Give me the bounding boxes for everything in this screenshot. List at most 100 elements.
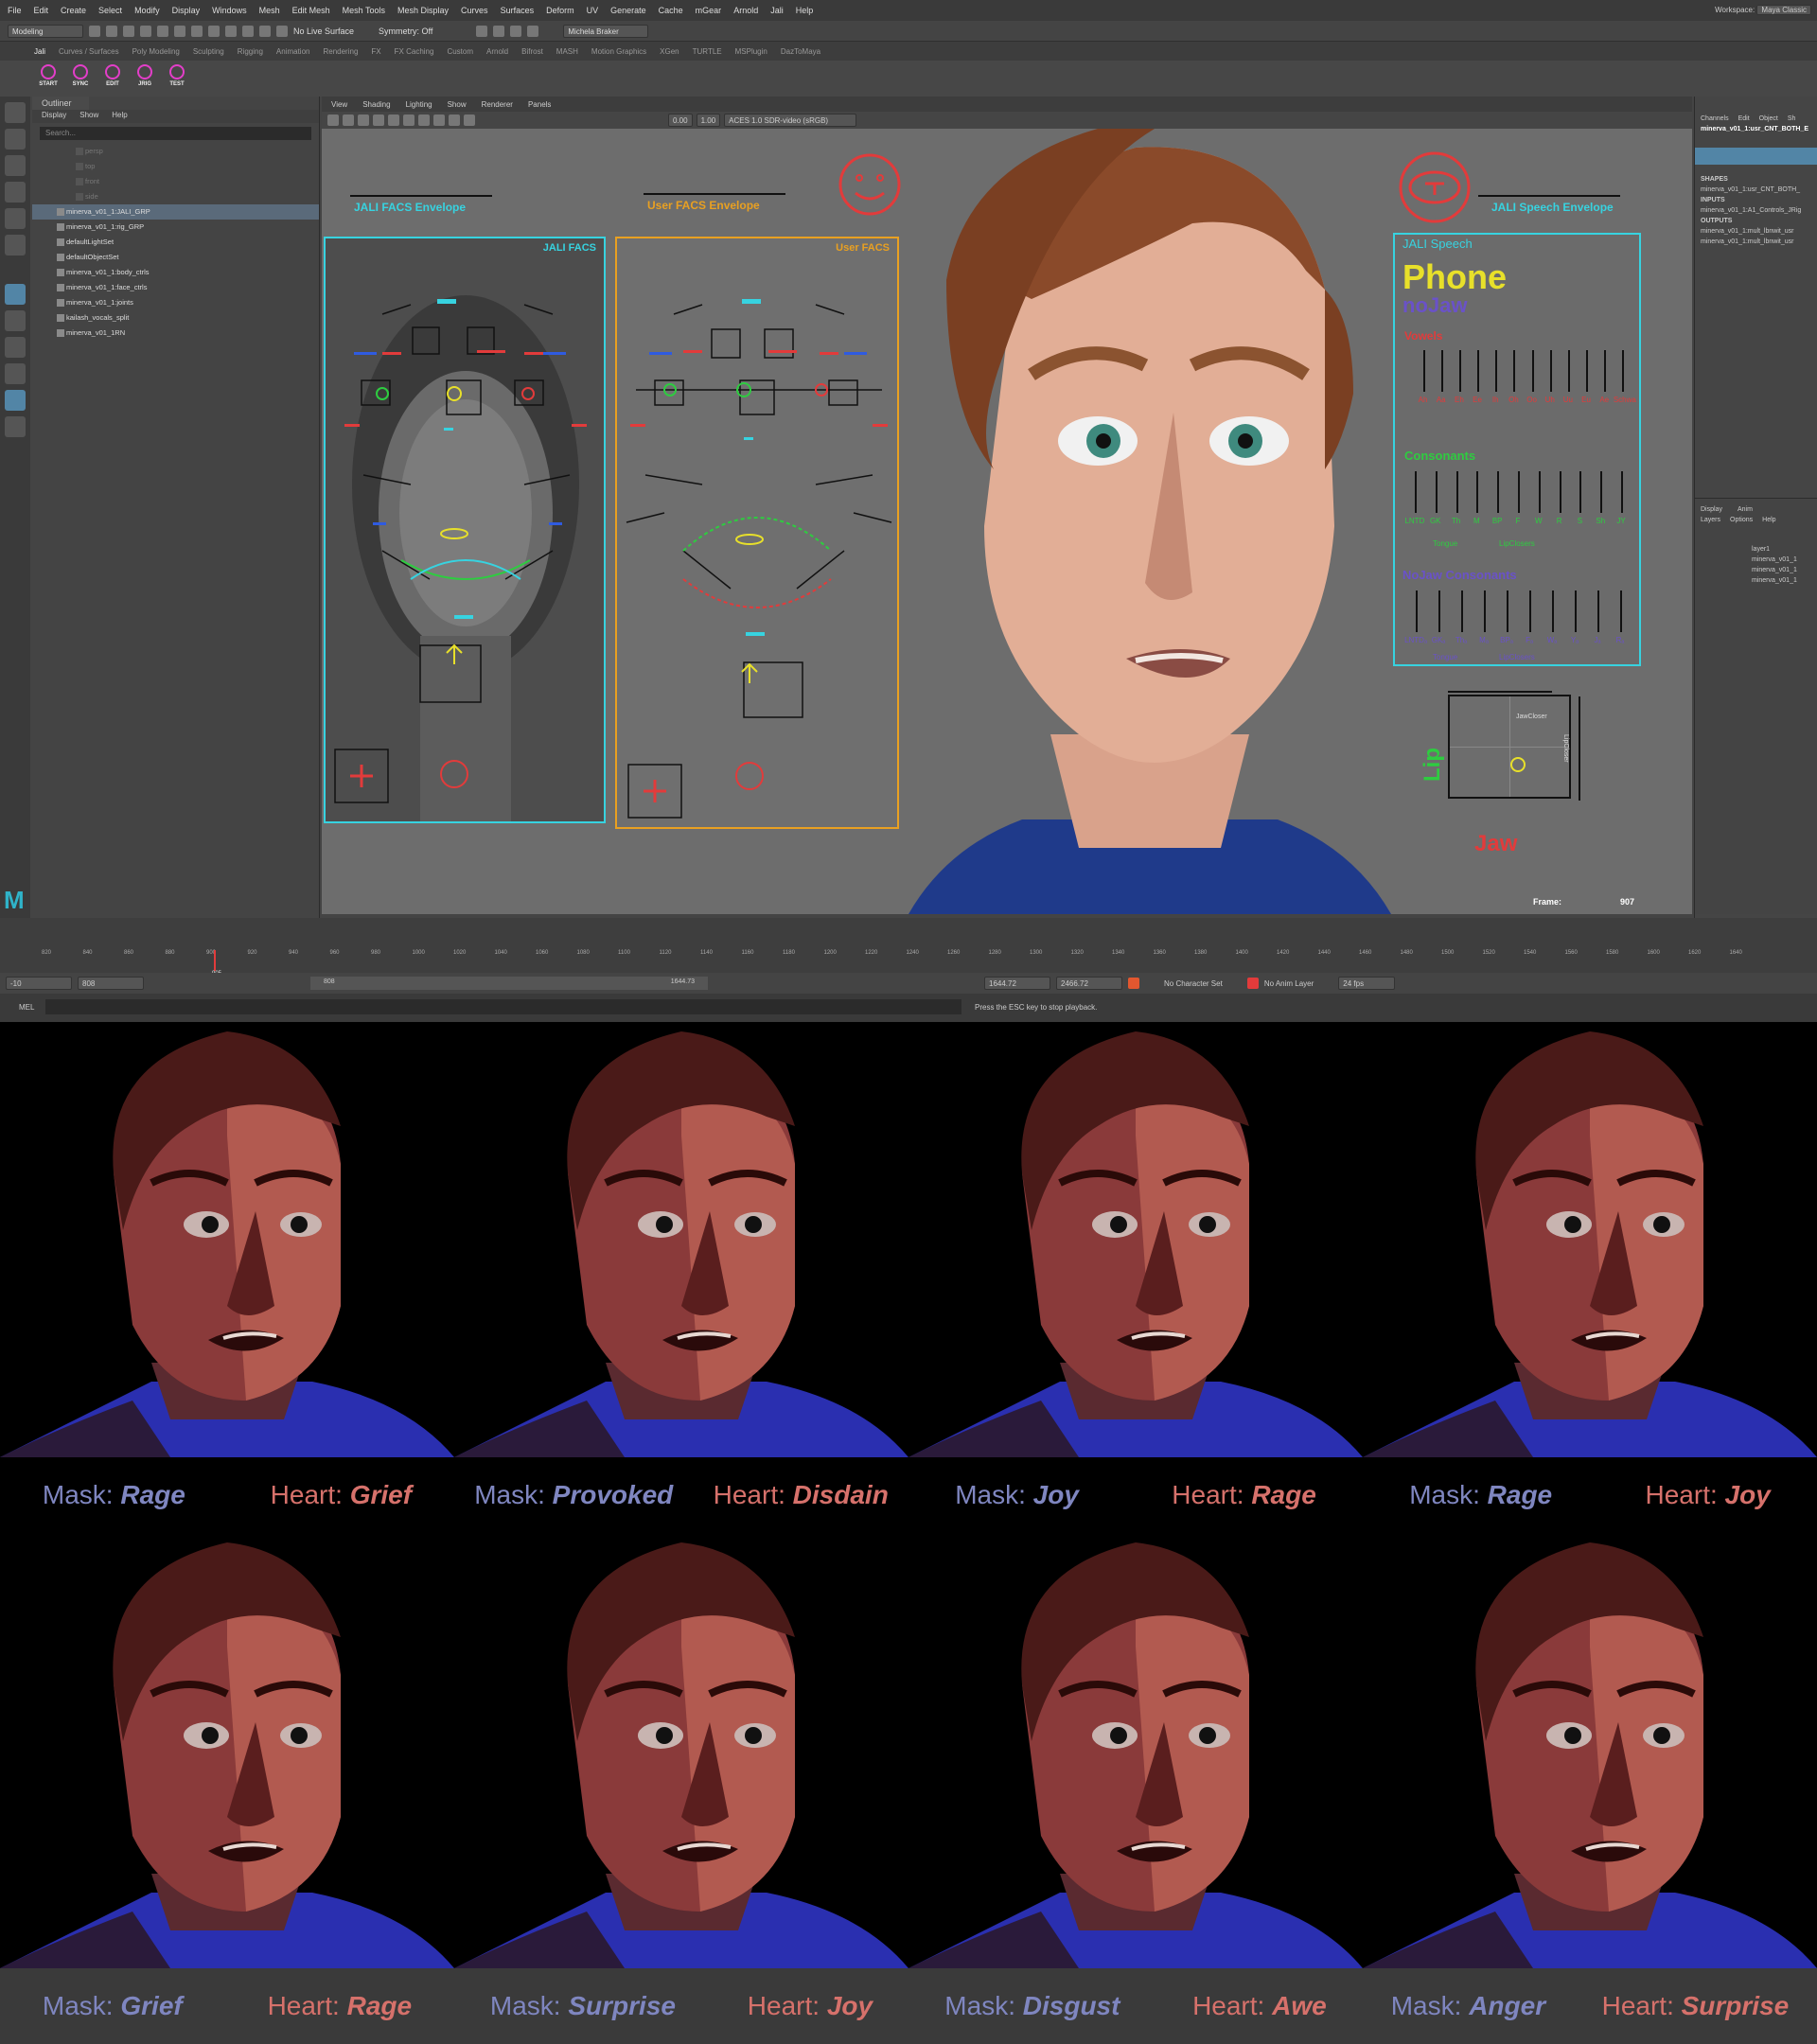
outliner-camera[interactable]: side [32, 189, 319, 204]
speech-slider[interactable] [1476, 471, 1479, 513]
character-set-select[interactable]: No Character Set [1164, 979, 1223, 988]
speech-slider[interactable] [1461, 590, 1463, 632]
live-surface-label[interactable]: No Live Surface [293, 26, 354, 36]
speech-slider[interactable] [1422, 350, 1425, 392]
layer-row[interactable]: minerva_v01_1 [1695, 575, 1817, 586]
speech-slider[interactable] [1552, 590, 1554, 632]
select-hierarchy-icon[interactable] [174, 25, 185, 37]
outliner-item[interactable]: minerva_v01_1:face_ctrls [32, 280, 319, 295]
snap-plane-icon[interactable] [276, 25, 288, 37]
shelf-tab-poly-modeling[interactable]: Poly Modeling [132, 47, 180, 56]
layer-menu-help[interactable]: Help [1762, 517, 1775, 523]
shelf-tab-animation[interactable]: Animation [276, 47, 310, 56]
snap-point-icon[interactable] [259, 25, 271, 37]
hypershade-icon[interactable] [527, 25, 539, 37]
outliner-item[interactable]: defaultLightSet [32, 235, 319, 250]
workspace-indicator[interactable]: Workspace: Maya Classic [1715, 4, 1811, 16]
speech-slider[interactable] [1529, 590, 1531, 632]
speech-slider[interactable] [1531, 350, 1534, 392]
menu-arnold[interactable]: Arnold [733, 6, 758, 15]
outliner-camera[interactable]: persp [32, 144, 319, 159]
user-select[interactable]: Michela Braker [563, 24, 649, 38]
select-tool-icon[interactable] [5, 102, 26, 123]
rotate-tool-icon[interactable] [5, 208, 26, 229]
channel-tab-channels[interactable]: Channels [1701, 115, 1729, 122]
scale-tool-icon[interactable] [5, 235, 26, 256]
camera-icon[interactable] [327, 115, 339, 126]
save-scene-icon[interactable] [123, 25, 134, 37]
output-node[interactable]: minerva_v01_1:mult_lbnwit_usr [1695, 237, 1817, 247]
exposure-field[interactable]: 0.00 [668, 114, 693, 127]
channel-tab-sh[interactable]: Sh [1788, 115, 1796, 122]
layout-icon[interactable] [5, 363, 26, 384]
channel-node[interactable]: minerva_v01_1:usr_CNT_BOTH_E [1695, 124, 1817, 134]
wireframe-icon[interactable] [343, 115, 354, 126]
outliner-item[interactable]: minerva_v01_1RN [32, 326, 319, 341]
character-head[interactable] [908, 129, 1391, 914]
speech-slider[interactable] [1495, 350, 1498, 392]
jaw-lip-handle[interactable] [1510, 757, 1526, 772]
outliner-item[interactable]: minerva_v01_1:rig_GRP [32, 220, 319, 235]
xray-icon[interactable] [418, 115, 430, 126]
render-icon[interactable] [476, 25, 488, 37]
mode-select[interactable]: Modeling [8, 24, 83, 38]
lights-icon[interactable] [388, 115, 399, 126]
speech-slider[interactable] [1597, 590, 1599, 632]
viewport-menu-show[interactable]: Show [448, 100, 467, 109]
snap-curve-icon[interactable] [242, 25, 254, 37]
shelf-tab-arnold[interactable]: Arnold [486, 47, 508, 56]
channel-tab-object[interactable]: Object [1759, 115, 1778, 122]
speech-slider[interactable] [1620, 590, 1622, 632]
persp-outliner-icon[interactable] [5, 337, 26, 358]
speech-slider[interactable] [1622, 350, 1625, 392]
layer-menu-options[interactable]: Options [1730, 517, 1753, 523]
smiley-icon[interactable] [837, 151, 903, 218]
speech-slider[interactable] [1559, 471, 1561, 513]
snap-grid-icon[interactable] [225, 25, 237, 37]
jawcloser-slider[interactable] [1448, 691, 1552, 693]
menu-deform[interactable]: Deform [546, 6, 574, 15]
viewport[interactable]: JALI FACS Envelope User FACS Envelope JA… [322, 129, 1692, 914]
layer-tab-display[interactable]: Display [1701, 506, 1722, 513]
layer-row[interactable]: minerva_v01_1 [1695, 565, 1817, 575]
shelf-tab-jali[interactable]: Jali [34, 47, 45, 56]
shelf-tab-bifrost[interactable]: Bifrost [521, 47, 543, 56]
viewport-menu-view[interactable]: View [331, 100, 347, 109]
channel-highlight[interactable] [1695, 148, 1817, 165]
speech-slider[interactable] [1507, 590, 1508, 632]
single-view-icon[interactable] [5, 284, 26, 305]
anim-layer-select[interactable]: No Anim Layer [1264, 979, 1314, 988]
menu-edit[interactable]: Edit [34, 6, 49, 15]
menu-curves[interactable]: Curves [461, 6, 488, 15]
input-node[interactable]: minerva_v01_1:A1_Controls_JRig [1695, 205, 1817, 216]
workspace-select[interactable]: Maya Classic [1756, 5, 1811, 15]
end-time-field[interactable]: 2466.72 [1056, 977, 1122, 990]
outliner-search-input[interactable]: Search... [40, 127, 311, 140]
outliner-item[interactable]: minerva_v01_1:JALI_GRP [32, 204, 319, 220]
time-slider[interactable]: 820 840 860 880 900 920 940 960 980 1000 1020 1040 1… [0, 918, 1817, 977]
ipr-icon[interactable] [493, 25, 505, 37]
zoom-icon[interactable] [5, 416, 26, 437]
move-tool-icon[interactable] [5, 182, 26, 203]
speech-slider[interactable] [1455, 471, 1458, 513]
playback-start-field[interactable]: 808 [78, 977, 144, 990]
jali-speech-panel[interactable]: JALI Speech Phone noJaw Vowels Ah Aa Eh Ee I… [1393, 233, 1641, 666]
user-facs-envelope-slider[interactable] [644, 193, 785, 195]
undo-icon[interactable] [140, 25, 151, 37]
layer-menu-layers[interactable]: Layers [1701, 517, 1720, 523]
jali-facs-envelope-slider[interactable] [350, 195, 492, 197]
isolate-icon[interactable] [433, 115, 445, 126]
menu-cache[interactable]: Cache [659, 6, 683, 15]
start-time-field[interactable]: -10 [6, 977, 72, 990]
outliner-camera[interactable]: front [32, 174, 319, 189]
speech-slider[interactable] [1414, 471, 1417, 513]
outliner-tab[interactable]: Outliner [32, 97, 89, 110]
speech-slider[interactable] [1604, 350, 1607, 392]
grid-toggle-icon[interactable] [449, 115, 460, 126]
menu-surfaces[interactable]: Surfaces [501, 6, 535, 15]
shelf-tab-daztomaya[interactable]: DazToMaya [781, 47, 820, 56]
speech-slider[interactable] [1440, 350, 1443, 392]
shape-node[interactable]: minerva_v01_1:usr_CNT_BOTH_ [1695, 185, 1817, 195]
speech-slider[interactable] [1416, 590, 1418, 632]
menu-display[interactable]: Display [172, 6, 201, 15]
